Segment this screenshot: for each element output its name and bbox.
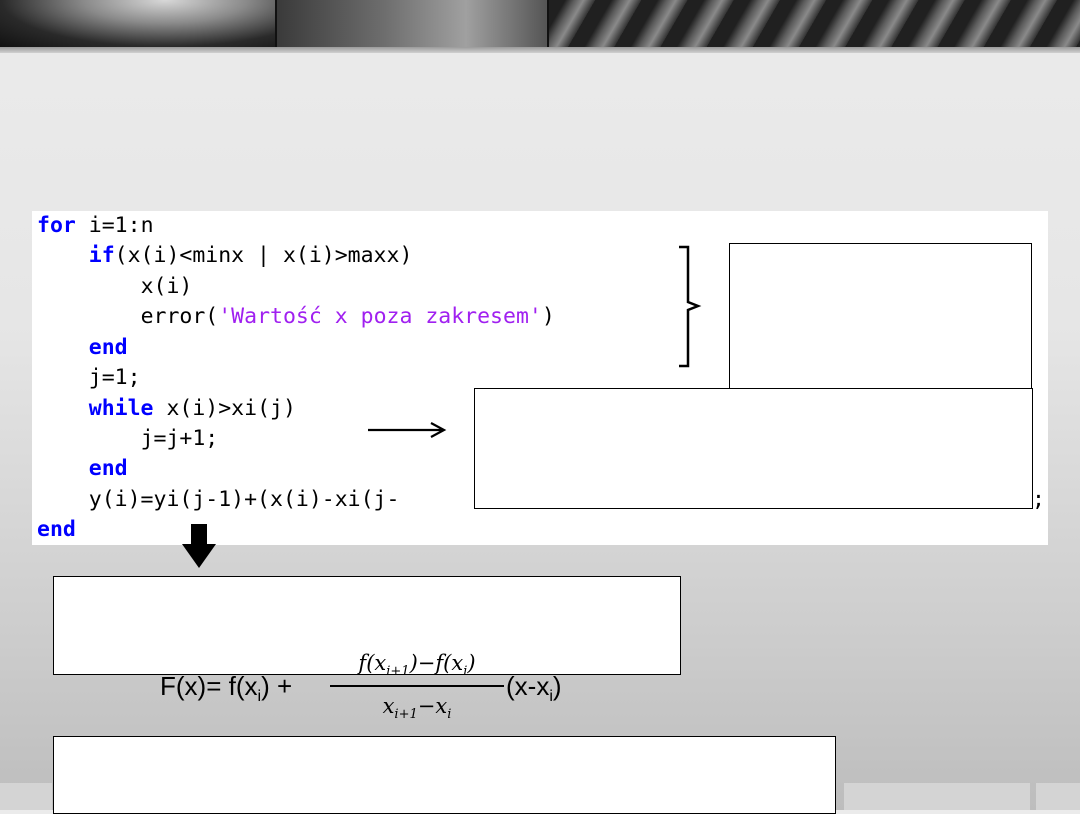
header-banner bbox=[0, 0, 1080, 47]
code-line: end bbox=[88, 335, 128, 360]
footer-block bbox=[844, 783, 1030, 810]
annotation-box bbox=[474, 388, 1033, 509]
code-line: j=j+1; bbox=[140, 426, 219, 451]
code-line: if(x(i)<minx | x(i)>maxx) bbox=[88, 243, 413, 268]
code-line-tail: ; bbox=[1032, 487, 1045, 512]
annotation-box bbox=[53, 736, 836, 814]
formula-denominator: xi+1−xi bbox=[382, 694, 452, 723]
down-arrow-head-icon bbox=[182, 544, 216, 568]
brace-icon bbox=[679, 245, 702, 368]
code-line: error('Wartość x poza zakresem') bbox=[140, 304, 555, 329]
code-line: j=1; bbox=[88, 365, 141, 390]
formula-rhs: (x-xi) bbox=[506, 671, 562, 706]
code-line: end bbox=[37, 517, 76, 542]
banner-image-metal bbox=[277, 0, 547, 47]
formula-numerator: f(xi+1)−f(xi) bbox=[358, 651, 476, 680]
banner-image-wheel bbox=[0, 0, 275, 47]
footer-block bbox=[0, 783, 52, 810]
banner-image-tire bbox=[549, 0, 1080, 47]
code-line: for i=1:n bbox=[37, 213, 154, 238]
code-line: y(i)=yi(j-1)+(x(i)-xi(j- bbox=[88, 487, 400, 512]
code-line: end bbox=[88, 456, 128, 481]
down-arrow-icon bbox=[191, 524, 207, 544]
banner-divider bbox=[0, 47, 1080, 53]
fraction-bar bbox=[330, 685, 504, 687]
footer-block bbox=[1036, 783, 1080, 810]
annotation-box bbox=[729, 243, 1032, 390]
code-line: x(i) bbox=[140, 274, 193, 299]
formula-lhs: F(x)= f(xi) + bbox=[160, 671, 293, 706]
right-arrow-icon bbox=[368, 422, 447, 438]
code-line: while x(i)>xi(j) bbox=[88, 396, 296, 421]
